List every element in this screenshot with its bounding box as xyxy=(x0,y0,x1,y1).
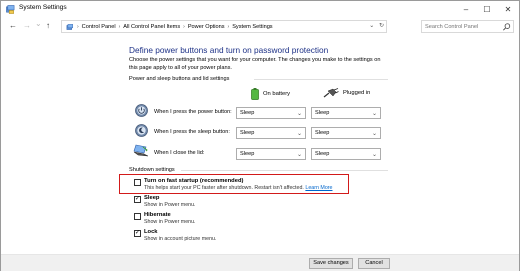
select-value: Sleep xyxy=(315,110,330,116)
plugged-in-label: Plugged in xyxy=(343,90,371,96)
title-bar: System Settings – ☐ ✕ xyxy=(1,1,519,18)
lock-title: Lock xyxy=(144,229,158,235)
maximize-button[interactable]: ☐ xyxy=(478,1,496,18)
address-bar[interactable]: › Control Panel › All Control Panel Item… xyxy=(61,20,387,33)
fast-startup-highlight xyxy=(119,174,349,194)
sleep-button-battery-select[interactable]: Sleep ⌄ xyxy=(236,127,306,139)
up-button[interactable]: ↑ xyxy=(46,21,50,31)
breadcrumb-system-settings[interactable]: System Settings xyxy=(232,22,272,32)
power-section-label: Power and sleep buttons and lid settings xyxy=(129,76,230,82)
lid-battery-select[interactable]: Sleep ⌄ xyxy=(236,148,306,160)
close-button[interactable]: ✕ xyxy=(499,1,517,18)
footer-bar: Save changes Cancel xyxy=(1,255,519,271)
forward-button[interactable]: → xyxy=(23,21,31,31)
chevron-down-icon: ⌄ xyxy=(371,131,377,137)
lock-checkbox[interactable]: ✓ xyxy=(134,230,141,237)
fast-startup-sub-text: This helps start your PC faster after sh… xyxy=(144,185,304,191)
fast-startup-checkbox[interactable] xyxy=(134,179,141,186)
breadcrumb-control-panel[interactable]: Control Panel xyxy=(82,22,116,32)
save-changes-button[interactable]: Save changes xyxy=(309,258,353,269)
lock-description: Show in account picture menu. xyxy=(144,236,217,242)
select-value: Sleep xyxy=(315,130,330,136)
breadcrumb-separator-icon: › xyxy=(77,24,79,30)
breadcrumb-all-items[interactable]: All Control Panel Items xyxy=(123,22,180,32)
window-title: System Settings xyxy=(19,4,67,11)
learn-more-link[interactable]: Learn More xyxy=(305,185,332,191)
recent-locations-button[interactable]: ⌄ xyxy=(35,19,42,29)
search-box xyxy=(421,20,514,33)
select-value: Sleep xyxy=(315,151,330,157)
sleep-description: Show in Power menu. xyxy=(144,202,196,208)
chevron-down-icon: ⌄ xyxy=(371,152,377,158)
plug-icon xyxy=(323,88,339,98)
address-controls: ⌄ ↻ xyxy=(369,21,384,32)
power-button-icon xyxy=(135,104,148,117)
hibernate-title: Hibernate xyxy=(144,212,171,218)
close-icon: ✕ xyxy=(504,5,512,14)
hibernate-description: Show in Power menu. xyxy=(144,219,196,225)
shutdown-section-label: Shutdown settings xyxy=(129,167,175,173)
minimize-button[interactable]: – xyxy=(457,1,475,18)
sleep-button-label: When I press the sleep button: xyxy=(154,129,230,135)
address-dropdown-icon[interactable]: ⌄ xyxy=(369,23,374,29)
select-value: Sleep xyxy=(240,130,255,136)
lid-plugged-select[interactable]: Sleep ⌄ xyxy=(311,148,381,160)
power-button-plugged-select[interactable]: Sleep ⌄ xyxy=(311,107,381,119)
maximize-icon: ☐ xyxy=(483,5,491,14)
select-value: Sleep xyxy=(240,110,255,116)
sleep-title: Sleep xyxy=(144,195,160,201)
chevron-down-icon: ⌄ xyxy=(296,131,302,137)
on-battery-header: On battery xyxy=(251,88,290,100)
control-panel-icon xyxy=(66,23,74,30)
page-title: Define power buttons and turn on passwor… xyxy=(129,45,329,55)
page-description: Choose the power settings that you want … xyxy=(129,57,381,71)
chevron-down-icon: ⌄ xyxy=(35,19,42,28)
sleep-checkbox[interactable]: ✓ xyxy=(134,196,141,203)
lid-label: When I close the lid: xyxy=(154,150,205,156)
power-section-divider xyxy=(254,79,388,80)
minimize-icon: – xyxy=(463,5,469,14)
select-value: Sleep xyxy=(240,151,255,157)
laptop-lid-icon xyxy=(133,144,149,157)
checkmark-icon: ✓ xyxy=(135,196,141,202)
breadcrumb-separator-icon: › xyxy=(118,24,121,30)
battery-icon xyxy=(251,88,259,100)
power-button-battery-select[interactable]: Sleep ⌄ xyxy=(236,107,306,119)
hibernate-checkbox[interactable] xyxy=(134,213,141,220)
breadcrumb-separator-icon: › xyxy=(227,24,230,30)
on-battery-label: On battery xyxy=(263,91,291,97)
fast-startup-title: Turn on fast startup (recommended) xyxy=(144,178,244,184)
sleep-button-icon xyxy=(135,124,148,137)
address-row: ← → ⌄ ↑ › Control Panel › All Control Pa… xyxy=(1,18,519,35)
chevron-down-icon: ⌄ xyxy=(371,111,377,117)
sleep-button-plugged-select[interactable]: Sleep ⌄ xyxy=(311,127,381,139)
breadcrumb-separator-icon: › xyxy=(183,24,185,30)
search-icon[interactable] xyxy=(502,22,511,32)
back-button[interactable]: ← xyxy=(9,21,17,31)
cancel-button[interactable]: Cancel xyxy=(358,258,390,269)
fast-startup-description: This helps start your PC faster after sh… xyxy=(144,185,332,191)
plugged-in-header: Plugged in xyxy=(323,88,370,98)
chevron-down-icon: ⌄ xyxy=(296,111,302,117)
control-panel-icon xyxy=(6,5,15,14)
up-arrow-icon: ↑ xyxy=(46,21,50,30)
search-input[interactable] xyxy=(425,22,500,32)
shutdown-section-divider xyxy=(181,170,388,171)
breadcrumb-power-options[interactable]: Power Options xyxy=(188,22,225,32)
breadcrumb: › Control Panel › All Control Panel Item… xyxy=(66,22,273,32)
refresh-icon[interactable]: ↻ xyxy=(379,23,384,29)
forward-arrow-icon: → xyxy=(23,21,31,30)
system-settings-window: System Settings – ☐ ✕ ← → ⌄ ↑ › Control … xyxy=(0,0,520,271)
chevron-down-icon: ⌄ xyxy=(296,152,302,158)
power-button-label: When I press the power button: xyxy=(154,109,232,115)
checkmark-icon: ✓ xyxy=(135,230,141,236)
back-arrow-icon: ← xyxy=(9,21,17,30)
